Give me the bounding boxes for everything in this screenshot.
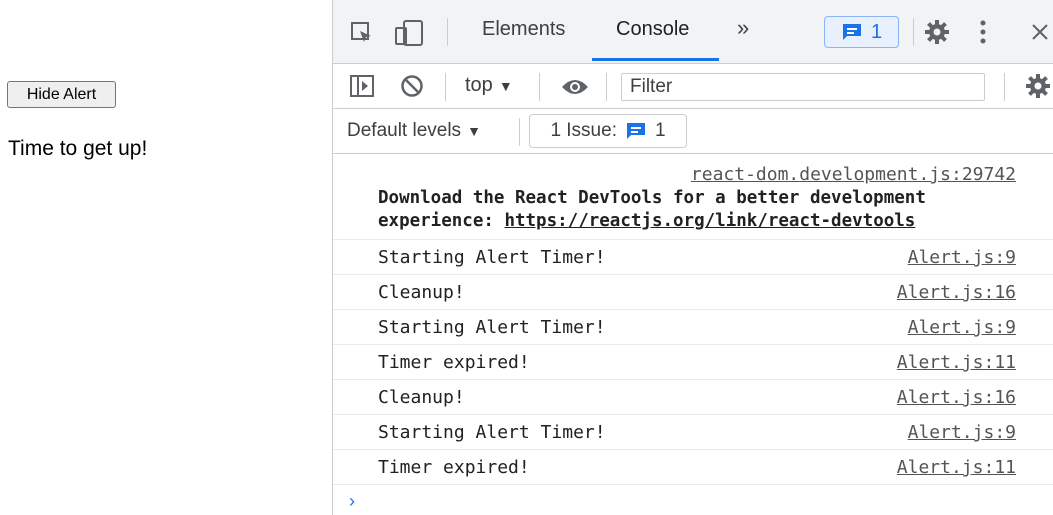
active-tab-indicator bbox=[592, 58, 719, 61]
dropdown-arrow-icon: ▼ bbox=[467, 123, 481, 139]
toolbar-separator bbox=[606, 73, 607, 101]
toolbar-separator bbox=[1004, 73, 1005, 101]
log-levels-dropdown[interactable]: Default levels ▼ bbox=[347, 120, 481, 142]
console-toolbar: top ▼ bbox=[333, 64, 1053, 109]
message-text: Timer expired! bbox=[378, 457, 530, 478]
message-source-link[interactable]: Alert.js:11 bbox=[897, 352, 1016, 373]
console-message: Timer expired! Alert.js:11 bbox=[333, 345, 1053, 380]
message-text: Starting Alert Timer! bbox=[378, 247, 606, 268]
message-text: Cleanup! bbox=[378, 387, 465, 408]
devtools-panel: Elements Console » 1 top ▼ Filter Defaul… bbox=[332, 0, 1053, 515]
console-message: Starting Alert Timer! Alert.js:9 bbox=[333, 240, 1053, 275]
devtools-tab-bar: Elements Console » 1 bbox=[333, 0, 1053, 64]
message-text: Starting Alert Timer! bbox=[378, 422, 606, 443]
hide-alert-button[interactable]: Hide Alert bbox=[7, 81, 116, 108]
context-label: top bbox=[465, 74, 493, 96]
console-message: react-dom.development.js:29742 Download … bbox=[333, 154, 1053, 240]
console-toolbar-levels: Default levels ▼ 1 Issue: 1 bbox=[333, 109, 1053, 154]
message-icon bbox=[626, 123, 645, 139]
sidebar-toggle-icon[interactable] bbox=[347, 71, 377, 101]
console-message: Cleanup! Alert.js:16 bbox=[333, 275, 1053, 310]
context-selector[interactable]: top ▼ bbox=[465, 74, 513, 97]
issues-button-count: 1 bbox=[654, 120, 666, 141]
filter-input[interactable] bbox=[621, 73, 985, 101]
message-text: Download the React DevTools for a better… bbox=[378, 188, 926, 208]
prompt-chevron-icon: › bbox=[349, 491, 355, 511]
issues-badge-count: 1 bbox=[870, 20, 883, 43]
console-prompt[interactable]: › bbox=[333, 485, 1053, 515]
console-settings-gear-icon[interactable] bbox=[1025, 72, 1053, 100]
toolbar-separator bbox=[445, 73, 446, 101]
console-message: Starting Alert Timer! Alert.js:9 bbox=[333, 310, 1053, 345]
message-text: experience: https://reactjs.org/link/rea… bbox=[378, 211, 915, 231]
tab-separator bbox=[913, 18, 914, 46]
settings-gear-icon[interactable] bbox=[922, 17, 952, 47]
tab-elements[interactable]: Elements bbox=[482, 18, 565, 41]
clear-console-icon[interactable] bbox=[397, 71, 427, 101]
toolbar-separator bbox=[519, 118, 520, 146]
issues-button[interactable]: 1 Issue: 1 bbox=[529, 114, 687, 148]
tab-console[interactable]: Console bbox=[616, 18, 689, 41]
message-source-link[interactable]: Alert.js:9 bbox=[908, 317, 1016, 338]
message-source-link[interactable]: react-dom.development.js:29742 bbox=[691, 164, 1016, 185]
inspect-element-icon[interactable] bbox=[347, 18, 377, 48]
console-message: Starting Alert Timer! Alert.js:9 bbox=[333, 415, 1053, 450]
console-message: Timer expired! Alert.js:11 bbox=[333, 450, 1053, 485]
issues-badge[interactable]: 1 bbox=[824, 16, 899, 48]
log-levels-label: Default levels bbox=[347, 120, 462, 141]
devtools-link[interactable]: https://reactjs.org/link/react-devtools bbox=[504, 211, 915, 231]
message-source-link[interactable]: Alert.js:11 bbox=[897, 457, 1016, 478]
more-tabs-icon[interactable]: » bbox=[737, 15, 749, 41]
message-icon bbox=[842, 24, 861, 40]
message-source-link[interactable]: Alert.js:9 bbox=[908, 247, 1016, 268]
live-expression-eye-icon[interactable] bbox=[559, 73, 591, 101]
alert-message: Time to get up! bbox=[8, 137, 148, 160]
message-source-link[interactable]: Alert.js:16 bbox=[897, 282, 1016, 303]
tab-separator bbox=[447, 18, 448, 46]
message-text-prefix: experience: bbox=[378, 211, 505, 231]
issues-button-label: 1 Issue: bbox=[550, 120, 617, 141]
message-source-link[interactable]: Alert.js:16 bbox=[897, 387, 1016, 408]
dropdown-arrow-icon: ▼ bbox=[498, 77, 513, 94]
close-icon[interactable] bbox=[1027, 18, 1053, 46]
message-text: Starting Alert Timer! bbox=[378, 317, 606, 338]
message-source-link[interactable]: Alert.js:9 bbox=[908, 422, 1016, 443]
console-output: react-dom.development.js:29742 Download … bbox=[333, 154, 1053, 515]
console-message: Cleanup! Alert.js:16 bbox=[333, 380, 1053, 415]
toolbar-separator bbox=[539, 73, 540, 101]
device-toolbar-icon[interactable] bbox=[393, 17, 427, 49]
more-options-icon[interactable] bbox=[973, 17, 993, 47]
page-viewport: Hide Alert Time to get up! bbox=[0, 0, 332, 515]
message-text: Timer expired! bbox=[378, 352, 530, 373]
message-text: Cleanup! bbox=[378, 282, 465, 303]
